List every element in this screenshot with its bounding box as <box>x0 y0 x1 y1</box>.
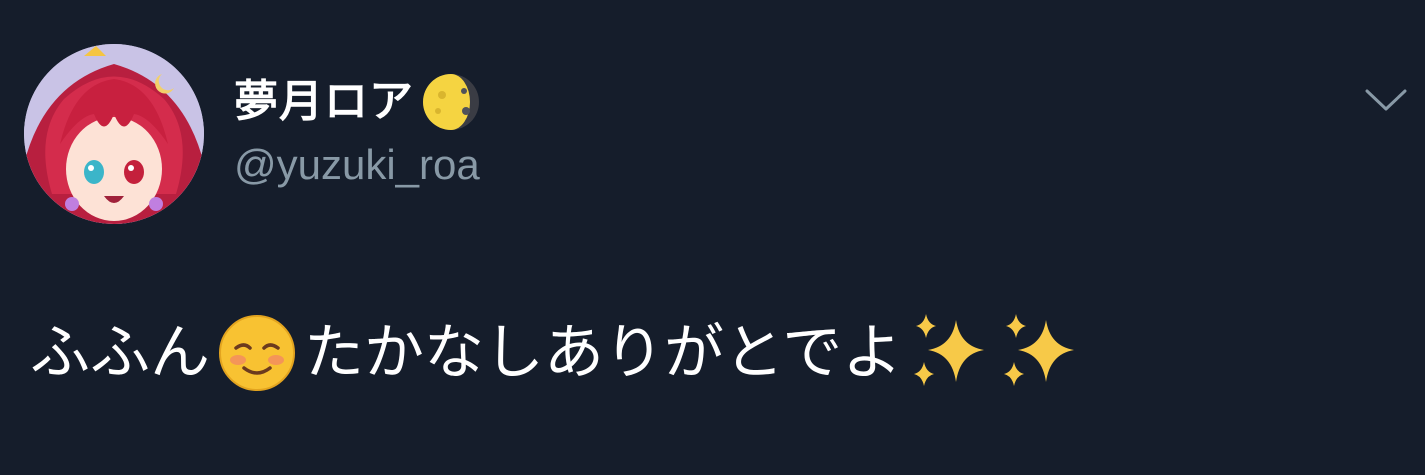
chevron-down-icon[interactable] <box>1360 78 1412 122</box>
author-name-row: 夢月ロア <box>234 66 482 138</box>
tweet-author[interactable]: 夢月ロア @yuzuki_roa <box>234 66 482 188</box>
tweet-text-part: たかなしありがとでよ <box>304 318 903 388</box>
tweet-text-part: ふふん <box>30 318 210 388</box>
sparkles-icon <box>906 310 992 396</box>
sparkles-icon <box>996 310 1082 396</box>
avatar-image <box>24 44 204 224</box>
display-name[interactable]: 夢月ロア <box>234 80 414 124</box>
tweet[interactable]: 夢月ロア @yuzuki_roa ふふん たかなしありがとでよ <box>0 0 1425 475</box>
avatar[interactable] <box>24 44 204 224</box>
user-handle[interactable]: @yuzuki_roa <box>234 141 482 188</box>
tweet-text: ふふん たかなしありがとでよ <box>30 310 1082 396</box>
smiling-face-icon <box>216 312 298 394</box>
waning-moon-icon <box>420 71 482 133</box>
